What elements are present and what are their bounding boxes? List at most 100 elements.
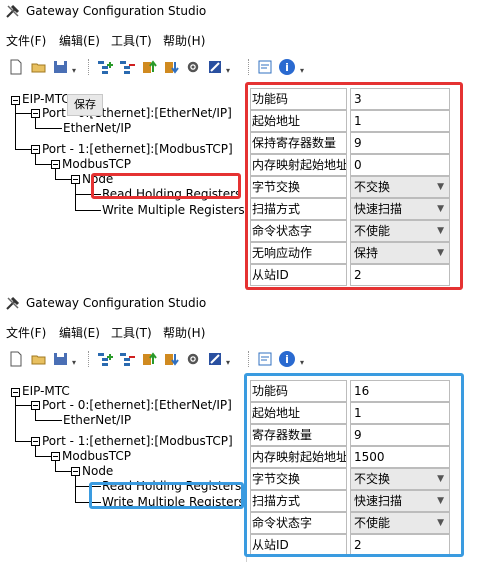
- add-node-icon[interactable]: [96, 58, 114, 76]
- collapse-toggle-icon[interactable]: [11, 96, 20, 105]
- property-select[interactable]: 快速扫描 ▼: [350, 490, 450, 512]
- tree-node-write-multiple[interactable]: Write Multiple Registers: [102, 203, 245, 217]
- chevron-down-icon[interactable]: ▼: [437, 513, 444, 533]
- property-select[interactable]: 不交换 ▼: [350, 468, 450, 490]
- property-value-input[interactable]: 0: [350, 154, 450, 176]
- collapse-toggle-icon[interactable]: [71, 467, 80, 476]
- property-value-text: 不交换: [354, 472, 391, 486]
- tree-node-node[interactable]: Node: [82, 172, 113, 186]
- new-file-icon[interactable]: [8, 58, 26, 76]
- collapse-toggle-icon[interactable]: [51, 452, 60, 461]
- collapse-toggle-icon[interactable]: [71, 175, 80, 184]
- menu-bar: 文件(F) 编辑(E) 工具(T) 帮助(H): [0, 324, 495, 342]
- save-icon[interactable]: [52, 58, 70, 76]
- collapse-toggle-icon[interactable]: [31, 401, 40, 410]
- menu-file[interactable]: 文件(F): [6, 32, 46, 49]
- property-value-text: 不交换: [354, 180, 391, 194]
- property-row: 内存映射起始地址 0: [250, 154, 450, 176]
- open-folder-icon[interactable]: [30, 58, 48, 76]
- pane-divider[interactable]: [246, 85, 247, 290]
- property-label: 命令状态字: [250, 220, 347, 242]
- property-row: 命令状态字 不使能 ▼: [250, 220, 450, 242]
- tree-node-node[interactable]: Node: [82, 464, 113, 478]
- collapse-toggle-icon[interactable]: [31, 145, 40, 154]
- chevron-down-icon[interactable]: ▼: [437, 199, 444, 219]
- menu-edit[interactable]: 编辑(E): [59, 32, 100, 49]
- app-hammer-icon: [5, 295, 21, 311]
- config-icon[interactable]: [256, 58, 274, 76]
- property-label: 内存映射起始地址: [250, 154, 347, 176]
- tree-node-ethernetip[interactable]: EtherNet/IP: [63, 413, 131, 427]
- settings-icon[interactable]: [184, 58, 202, 76]
- property-value-input[interactable]: 1: [350, 110, 450, 132]
- chevron-down-icon[interactable]: ▼: [437, 243, 444, 263]
- tree-node-read-holding[interactable]: Read Holding Registers: [102, 187, 241, 201]
- menu-edit[interactable]: 编辑(E): [59, 324, 100, 341]
- upload-icon[interactable]: [140, 350, 158, 368]
- property-select[interactable]: 保持 ▼: [350, 242, 450, 264]
- tree-node-write-multiple[interactable]: Write Multiple Registers: [102, 495, 245, 509]
- chevron-down-icon[interactable]: ▼: [437, 491, 444, 511]
- tree-node-read-holding[interactable]: Read Holding Registers: [102, 479, 241, 493]
- collapse-toggle-icon[interactable]: [51, 160, 60, 169]
- delete-node-icon[interactable]: [118, 58, 136, 76]
- chevron-down-icon[interactable]: ▼: [437, 469, 444, 489]
- menu-tools[interactable]: 工具(T): [111, 324, 152, 341]
- tree-node-modbustcp[interactable]: ModbusTCP: [62, 157, 131, 171]
- property-value-input[interactable]: 1: [350, 402, 450, 424]
- settings-icon[interactable]: [184, 350, 202, 368]
- tree-node-port0[interactable]: Port - 0:[ethernet]:[EtherNet/IP]: [42, 398, 232, 412]
- chevron-down-icon[interactable]: ▾: [300, 358, 304, 367]
- info-icon[interactable]: i: [278, 58, 296, 76]
- menu-file[interactable]: 文件(F): [6, 324, 46, 341]
- property-value-input[interactable]: 3: [350, 88, 450, 110]
- property-select[interactable]: 不使能 ▼: [350, 220, 450, 242]
- menu-help[interactable]: 帮助(H): [163, 32, 205, 49]
- property-value-input[interactable]: 9: [350, 132, 450, 154]
- property-value-text: 9: [354, 428, 362, 442]
- open-folder-icon[interactable]: [30, 350, 48, 368]
- pane-divider[interactable]: [246, 377, 247, 562]
- tree-node-ethernetip[interactable]: EtherNet/IP: [63, 121, 131, 135]
- menu-help[interactable]: 帮助(H): [163, 324, 205, 341]
- property-select[interactable]: 不使能 ▼: [350, 512, 450, 534]
- chevron-down-icon[interactable]: ▼: [437, 177, 444, 197]
- tree-node-port1[interactable]: Port - 1:[ethernet]:[ModbusTCP]: [42, 142, 233, 156]
- new-file-icon[interactable]: [8, 350, 26, 368]
- info-icon[interactable]: i: [278, 350, 296, 368]
- save-icon[interactable]: [52, 350, 70, 368]
- property-select[interactable]: 不交换 ▼: [350, 176, 450, 198]
- upload-icon[interactable]: [140, 58, 158, 76]
- delete-node-icon[interactable]: [118, 350, 136, 368]
- property-value-input[interactable]: 9: [350, 424, 450, 446]
- tree-node-port1[interactable]: Port - 1:[ethernet]:[ModbusTCP]: [42, 434, 233, 448]
- collapse-toggle-icon[interactable]: [31, 437, 40, 446]
- chevron-down-icon[interactable]: ▾: [72, 66, 76, 75]
- build-icon[interactable]: [206, 350, 224, 368]
- chevron-down-icon[interactable]: ▼: [437, 221, 444, 241]
- property-select[interactable]: 快速扫描 ▼: [350, 198, 450, 220]
- tree-node-root[interactable]: EIP-MTC: [22, 92, 70, 106]
- download-icon[interactable]: [162, 58, 180, 76]
- chevron-down-icon[interactable]: ▾: [300, 66, 304, 75]
- add-node-icon[interactable]: [96, 350, 114, 368]
- collapse-toggle-icon[interactable]: [31, 109, 40, 118]
- property-label: 起始地址: [250, 110, 347, 132]
- toolbar: ▾ ▾ i ▾: [0, 56, 495, 78]
- property-row: 功能码 3: [250, 88, 450, 110]
- tree-node-modbustcp[interactable]: ModbusTCP: [62, 449, 131, 463]
- property-value-input[interactable]: 2: [350, 264, 450, 286]
- property-label: 从站ID: [250, 264, 347, 286]
- config-icon[interactable]: [256, 350, 274, 368]
- tree-node-root[interactable]: EIP-MTC: [22, 384, 70, 398]
- download-icon[interactable]: [162, 350, 180, 368]
- property-value-input[interactable]: 1500: [350, 446, 450, 468]
- property-value-input[interactable]: 2: [350, 534, 450, 556]
- chevron-down-icon[interactable]: ▾: [72, 358, 76, 367]
- build-icon[interactable]: [206, 58, 224, 76]
- chevron-down-icon[interactable]: ▾: [226, 358, 230, 367]
- property-value-input[interactable]: 16: [350, 380, 450, 402]
- menu-tools[interactable]: 工具(T): [111, 32, 152, 49]
- chevron-down-icon[interactable]: ▾: [226, 66, 230, 75]
- collapse-toggle-icon[interactable]: [11, 388, 20, 397]
